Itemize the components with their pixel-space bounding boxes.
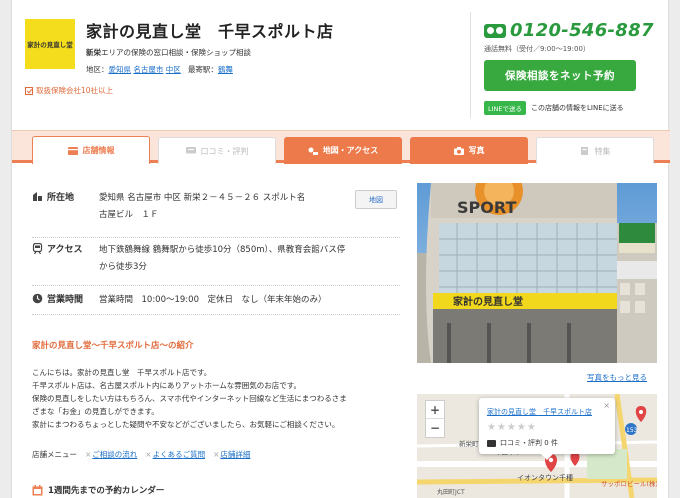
- review-icon: [185, 147, 196, 154]
- calendar-icon: [32, 484, 43, 495]
- tab-reviews[interactable]: 口コミ・評判: [158, 137, 276, 164]
- comment-icon: [487, 439, 496, 447]
- shop-info-icon: [67, 146, 78, 155]
- address-icon: [33, 192, 42, 201]
- address-value: 愛知県 名古屋市 中区 新栄２－４５－２６ スポルト名 古屋ビル １Ｆ: [99, 193, 306, 220]
- building-photo: SPORT 家計の見直し堂: [417, 183, 657, 363]
- divider: [470, 12, 471, 118]
- tab-features[interactable]: 特集: [536, 137, 654, 164]
- map-label-shop: イオンタウン千種: [517, 473, 573, 482]
- camera-icon: [453, 146, 464, 155]
- check-icon: [25, 86, 33, 95]
- shop-logo: 家計の見直し堂: [25, 19, 75, 69]
- rating-stars: ★★★★★: [487, 422, 537, 433]
- train-icon: [32, 243, 43, 254]
- menu-link-details[interactable]: 店舗詳細: [220, 450, 250, 459]
- shop-menu-label: 店舗メニュー: [32, 450, 77, 459]
- menu-link-flow[interactable]: ご相談の流れ: [92, 450, 137, 459]
- freedial-icon: [484, 23, 506, 38]
- map-road-label: 153: [626, 427, 638, 434]
- bullet-icon: ×: [145, 450, 152, 459]
- menu-link-faq[interactable]: よくあるご質問: [153, 450, 206, 459]
- line-share: LINEで送る この店舗の情報をLINEに送る: [484, 101, 624, 115]
- shop-menu: 店舗メニュー ×ご相談の流れ ×よくあるご質問 ×店舗詳細: [32, 449, 250, 460]
- feature-icon: [580, 147, 588, 155]
- shop-map[interactable]: 153 新栄町 中区千早 イオンタウン千種 丸田町JCT サッポロビール(株) …: [417, 394, 657, 498]
- shop-page: 家計の見直し堂 家計の見直し堂 千早スポルト店 新栄エリアの保険の窓口相談・保険…: [11, 0, 670, 498]
- map-button[interactable]: 地図: [355, 190, 397, 209]
- map-label-jct: 丸田町JCT: [437, 488, 465, 496]
- bullet-icon: ×: [85, 450, 92, 459]
- popup-shop-link[interactable]: 家計の見直し堂 千早スポルト店: [487, 407, 592, 417]
- photo-sign-text: SPORT: [457, 198, 516, 217]
- calendar-title: 1週間先までの予約カレンダー: [32, 484, 164, 496]
- access-value: 地下鉄鶴舞線 鶴舞駅から徒歩10分（850m）、県教育会館バス停 から徒歩3分: [99, 245, 346, 272]
- phone-number[interactable]: 0120-546-887: [484, 20, 654, 41]
- station-link[interactable]: 鶴舞: [218, 65, 233, 74]
- area-ward-link[interactable]: 中区: [166, 65, 181, 74]
- map-pin-icon: [308, 147, 318, 155]
- info-row-address: 所在地 愛知県 名古屋市 中区 新栄２－４５－２６ スポルト名 古屋ビル １Ｆ …: [32, 190, 400, 238]
- tab-photos[interactable]: 写真: [410, 137, 528, 164]
- popup-reviews: 口コミ・評判 0 件: [487, 438, 558, 448]
- area-city-link[interactable]: 名古屋市: [133, 65, 163, 74]
- intro-text: こんにちは。家計の見直し堂 千早スポルト店です。 千早スポルト店は、名古屋スポル…: [32, 368, 347, 429]
- map-label-sapporo: サッポロビール(株) 名: [601, 479, 657, 488]
- address-label: 所在地: [47, 193, 75, 203]
- shop-description: 新栄エリアの保険の窓口相談・保険ショップ相談: [86, 48, 251, 57]
- tab-map-access[interactable]: 地図・アクセス: [284, 137, 402, 164]
- phone-hours: 通話無料（受付／9:00〜19:00）: [484, 45, 590, 53]
- zoom-in-button[interactable]: +: [426, 401, 444, 419]
- map-label-station: 新栄町: [459, 439, 479, 448]
- popup-close-icon[interactable]: ×: [603, 401, 610, 410]
- zoom-out-button[interactable]: −: [426, 419, 444, 437]
- more-photos-link[interactable]: 写真をもっと見る: [587, 372, 647, 383]
- clock-icon: [32, 293, 43, 304]
- line-send-button[interactable]: LINEで送る: [484, 101, 527, 115]
- area-line: 地区：愛知県 名古屋市 中区 最寄駅：鶴舞: [86, 65, 233, 74]
- access-label: アクセス: [47, 245, 83, 255]
- bullet-icon: ×: [213, 450, 220, 459]
- hours-label: 営業時間: [47, 295, 84, 305]
- shop-header: 家計の見直し堂 家計の見直し堂 千早スポルト店 新栄エリアの保険の窓口相談・保険…: [12, 0, 670, 130]
- shop-name: 家計の見直し堂 千早スポルト店: [86, 22, 334, 41]
- info-row-hours: 営業時間 営業時間 10:00〜19:00 定休日 なし（年末年始のみ）: [32, 292, 400, 315]
- tab-shop-info[interactable]: 店舗情報: [32, 136, 150, 164]
- photo-banner-text: 家計の見直し堂: [453, 295, 523, 308]
- intro-title: 家計の見直し堂〜千早スポルト店〜の紹介: [32, 341, 194, 351]
- shop-photo[interactable]: SPORT 家計の見直し堂: [417, 183, 657, 363]
- area-pref-link[interactable]: 愛知県: [109, 65, 132, 74]
- map-zoom-control: + −: [425, 400, 445, 438]
- insurers-note: 取扱保険会社10社以上: [25, 85, 113, 96]
- hours-value: 営業時間 10:00〜19:00 定休日 なし（年末年始のみ）: [99, 295, 327, 305]
- popup-tail: [541, 454, 553, 460]
- info-row-access: アクセス 地下鉄鶴舞線 鶴舞駅から徒歩10分（850m）、県教育会館バス停 から…: [32, 242, 400, 286]
- tab-bar: 店舗情報 口コミ・評判 地図・アクセス 写真 特集: [12, 130, 670, 164]
- reserve-button[interactable]: 保険相談をネット予約: [484, 60, 636, 91]
- map-info-popup: 家計の見直し堂 千早スポルト店 × ★★★★★ 口コミ・評判 0 件: [479, 398, 615, 460]
- line-share-text: この店舗の情報をLINEに送る: [531, 104, 624, 112]
